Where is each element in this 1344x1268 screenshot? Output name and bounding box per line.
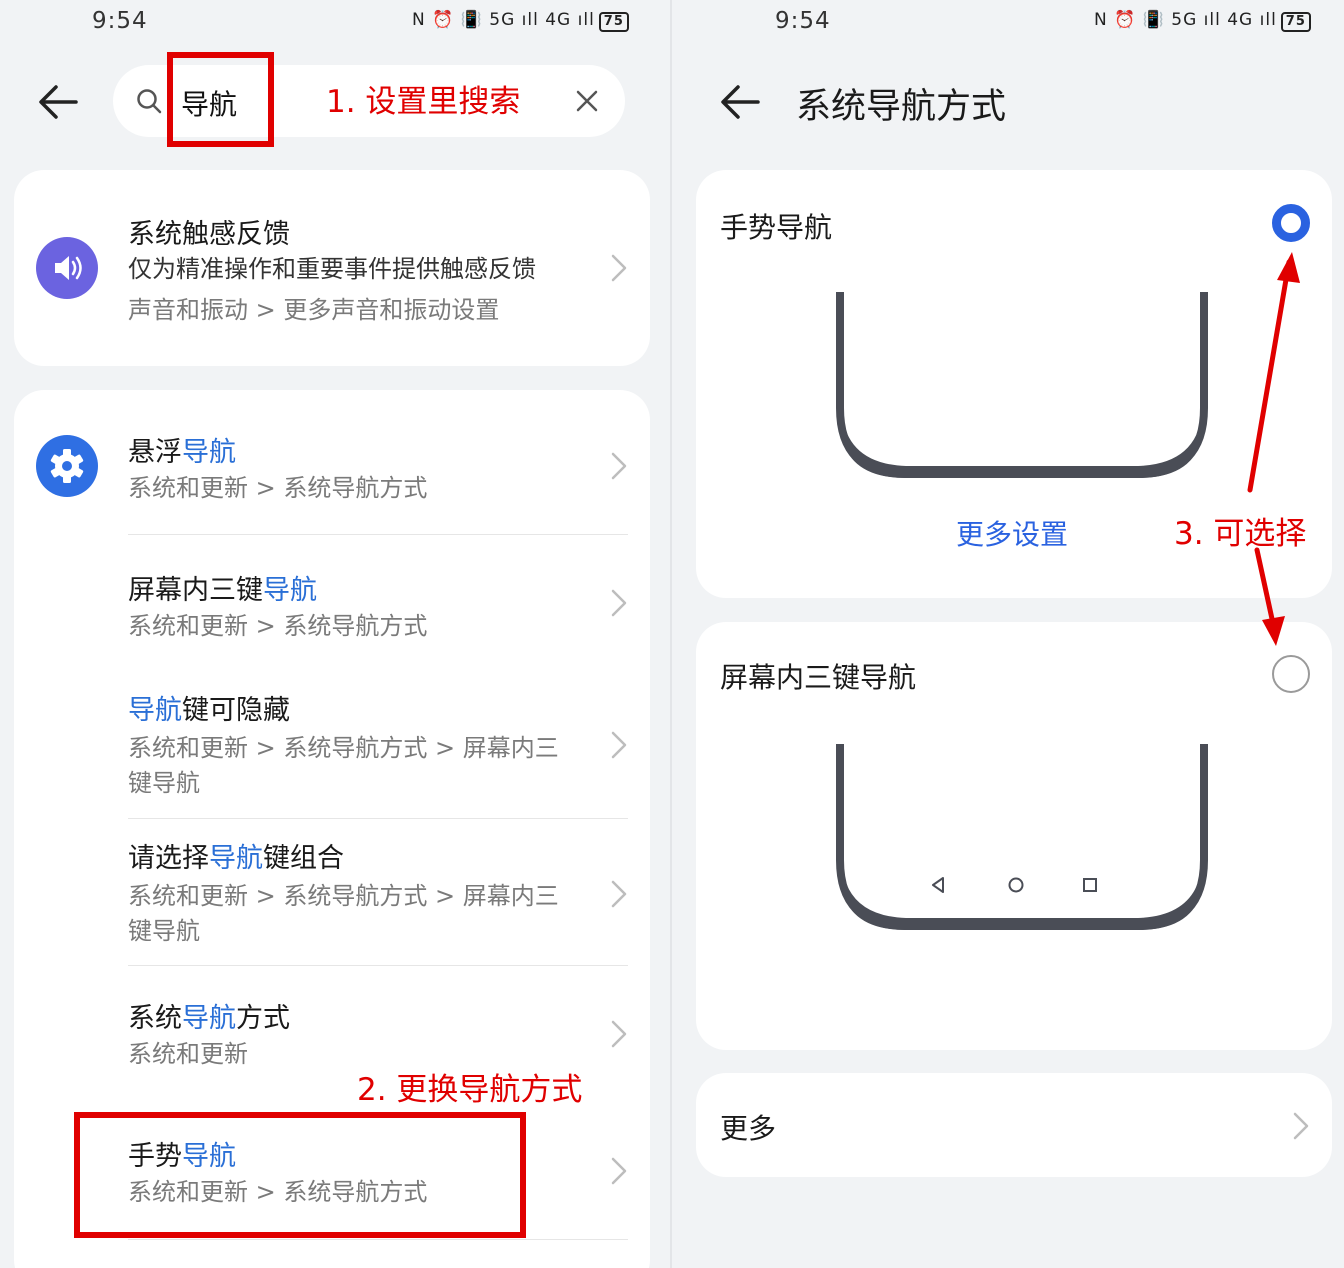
more-row[interactable]: 更多 [696, 1073, 1332, 1177]
radio-three-key-unselected[interactable] [1272, 655, 1310, 693]
signal-icons: N ⏰ 📳 5G ıll 4G ıll [412, 10, 595, 30]
result-title: 悬浮导航 [128, 437, 236, 468]
radio-gesture-selected[interactable] [1272, 204, 1310, 242]
status-icons: N ⏰ 📳 5G ıll 4G ıll 75 [1094, 10, 1311, 32]
result-path-line2: 键导航 [128, 769, 200, 797]
option-card-three-key[interactable]: 屏幕内三键导航 [696, 622, 1332, 1050]
search-icon [137, 89, 162, 114]
signal-icons: N ⏰ 📳 5G ıll 4G ıll [1094, 10, 1277, 30]
chevron-right-icon [611, 589, 627, 617]
status-bar: 9:54 N ⏰ 📳 5G ıll 4G ıll 75 [672, 0, 1344, 44]
annotation-step3: 3. 可选择 [1174, 516, 1307, 552]
chevron-right-icon [611, 880, 627, 908]
option-label-three-key: 屏幕内三键导航 [720, 661, 917, 694]
annotation-step2: 2. 更换导航方式 [357, 1072, 583, 1108]
annotation-step1: 1. 设置里搜索 [326, 84, 521, 120]
status-icons: N ⏰ 📳 5G ıll 4G ıll 75 [412, 10, 629, 32]
status-bar: 9:54 N ⏰ 📳 5G ıll 4G ıll 75 [0, 0, 670, 44]
chevron-right-icon [611, 1157, 627, 1185]
battery-icon: 75 [598, 12, 629, 32]
navigation-mode-screen: 9:54 N ⏰ 📳 5G ıll 4G ıll 75 系统导航方式 手势导航 更… [672, 0, 1344, 1268]
result-item-nav-key-combo[interactable]: 请选择导航键组合 系统和更新 > 系统导航方式 > 屏幕内三 键导航 [14, 819, 650, 965]
divider [128, 1239, 628, 1240]
result-path: 系统和更新 > 系统导航方式 [128, 612, 428, 640]
status-time: 9:54 [775, 8, 831, 34]
option-label-gesture: 手势导航 [720, 211, 833, 244]
result-title: 系统触感反馈 [128, 219, 290, 250]
result-item-hide-nav-keys[interactable]: 导航键可隐藏 系统和更新 > 系统导航方式 > 屏幕内三 键导航 [14, 671, 650, 818]
three-key-phone-illustration [836, 744, 1208, 930]
chevron-right-icon [1293, 1112, 1309, 1140]
result-title: 系统导航方式 [128, 1003, 290, 1034]
more-label: 更多 [720, 1112, 777, 1145]
result-path-line2: 键导航 [128, 917, 200, 945]
chevron-right-icon [611, 731, 627, 759]
battery-icon: 75 [1280, 12, 1311, 32]
status-time: 9:54 [92, 8, 148, 34]
chevron-right-icon [611, 1020, 627, 1048]
chevron-right-icon [611, 254, 627, 282]
result-item-haptic[interactable]: 系统触感反馈 仅为精准操作和重要事件提供触感反馈 声音和振动 > 更多声音和振动… [14, 170, 650, 366]
result-path: 系统和更新 > 系统导航方式 [128, 474, 428, 502]
search-results-screen: 9:54 N ⏰ 📳 5G ıll 4G ıll75 导航 1. 设置里搜索 [0, 0, 670, 1268]
result-description: 仅为精准操作和重要事件提供触感反馈 [128, 255, 536, 283]
result-card-haptic: 系统触感反馈 仅为精准操作和重要事件提供触感反馈 声音和振动 > 更多声音和振动… [14, 170, 650, 366]
back-arrow-icon[interactable] [36, 80, 80, 124]
annotation-box-gesture [74, 1112, 526, 1238]
annotation-box-search [167, 52, 274, 147]
gesture-phone-illustration [836, 292, 1208, 478]
result-title: 屏幕内三键导航 [128, 575, 317, 606]
result-item-three-key-nav[interactable]: 屏幕内三键导航 系统和更新 > 系统导航方式 [14, 535, 650, 671]
result-item-floating-nav[interactable]: 悬浮导航 系统和更新 > 系统导航方式 [14, 390, 650, 535]
result-path-line1: 系统和更新 > 系统导航方式 > 屏幕内三 [128, 882, 559, 910]
result-title: 导航键可隐藏 [128, 695, 290, 726]
close-icon[interactable] [573, 87, 601, 115]
annotation-arrows [1247, 252, 1300, 646]
result-path: 系统和更新 [128, 1040, 248, 1068]
speaker-icon [36, 237, 98, 299]
back-arrow-icon[interactable] [718, 80, 762, 124]
page-title: 系统导航方式 [796, 87, 1007, 127]
chevron-right-icon [611, 452, 627, 480]
more-settings-link[interactable]: 更多设置 [956, 513, 1068, 553]
result-title: 请选择导航键组合 [128, 843, 344, 874]
result-path: 声音和振动 > 更多声音和振动设置 [128, 296, 500, 324]
result-path-line1: 系统和更新 > 系统导航方式 > 屏幕内三 [128, 734, 559, 762]
